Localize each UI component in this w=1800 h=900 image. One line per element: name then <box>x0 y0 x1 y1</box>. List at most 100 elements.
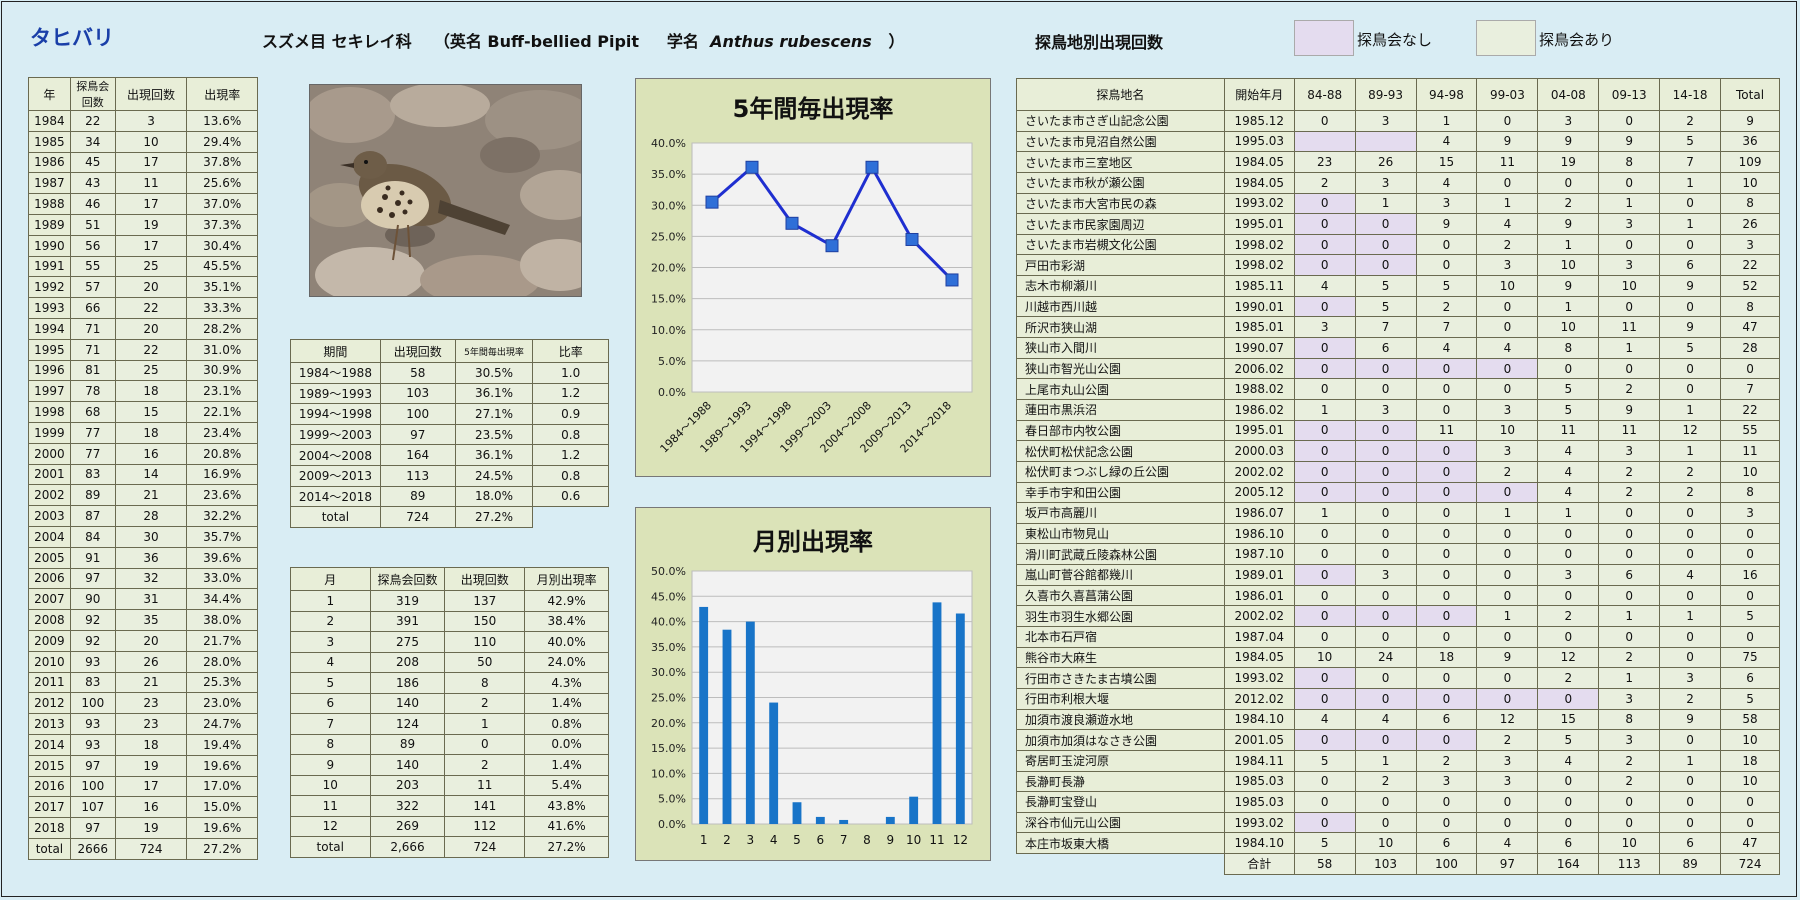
period-cell: 1994～1998 <box>290 403 381 425</box>
site-cell: 5 <box>1354 275 1417 297</box>
site-row: 行田市さきたま古墳公園 1993.02 0 0 0 0 2 1 3 6 <box>1016 667 1780 689</box>
year-cell: 1990 <box>28 234 71 257</box>
year-cell: 28.0% <box>186 650 258 673</box>
site-cell: 0 <box>1293 357 1356 380</box>
site-total-blank <box>1017 854 1225 875</box>
bar-mark <box>885 816 895 824</box>
year-cell: 23.0% <box>186 692 258 715</box>
site-cell: 0 <box>1293 791 1356 813</box>
year-cell: 21.7% <box>186 629 258 652</box>
site-cell: 0 <box>1415 378 1478 400</box>
site-name-cell: 松伏町松伏記念公園 <box>1016 440 1225 462</box>
site-cell: 4 <box>1354 708 1417 731</box>
site-cell: 4 <box>1476 213 1539 235</box>
month-cell: 112 <box>444 815 526 837</box>
site-cell: 7 <box>1659 151 1722 173</box>
site-cell: 0 <box>1354 811 1417 834</box>
period-cell: 30.5% <box>454 362 534 384</box>
site-cell: 23 <box>1293 151 1356 173</box>
site-cell: 0 <box>1354 502 1417 524</box>
site-cell: 6 <box>1659 254 1722 277</box>
site-cell: 1984.05 <box>1223 151 1295 173</box>
period-cell: 0.9 <box>532 403 609 425</box>
year-row: 1984 22 3 13.6% <box>28 110 258 132</box>
period-total-cell: 27.2% <box>454 506 534 528</box>
year-cell: 18 <box>114 421 188 444</box>
year-table-header-cell: 探鳥会回数 <box>69 77 116 111</box>
period-table-header-cell: 比率 <box>532 339 609 363</box>
site-cell: 0 <box>1293 254 1356 277</box>
site-cell: 0 <box>1659 357 1722 380</box>
bar-mark <box>932 602 942 824</box>
site-table: 探鳥地名 開始年月 84-88 89-93 94-98 99-03 04-08 09-13 14… <box>1016 78 1780 875</box>
bar-chart-panel: 月別出現率 0.0% 5.0% 10.0% 15.0% 20.0% 25.0% 30.0% 3… <box>635 507 991 861</box>
month-cell: 1.4% <box>524 692 609 714</box>
site-cell: 3 <box>1598 213 1661 235</box>
site-cell: 0 <box>1476 811 1539 834</box>
site-cell: 12 <box>1476 708 1539 731</box>
site-cell: 0 <box>1659 192 1722 215</box>
site-cell: 3 <box>1354 110 1417 132</box>
site-table-header-cell: 94-98 <box>1415 78 1478 111</box>
year-row: 1996 81 25 30.9% <box>28 359 258 382</box>
site-cell: 10 <box>1354 832 1417 855</box>
site-cell: 1986.01 <box>1223 584 1295 607</box>
period-cell: 36.1% <box>454 444 534 466</box>
site-row: 松伏町松伏記念公園 2000.03 0 0 0 3 4 3 1 11 <box>1016 440 1780 462</box>
month-row: 9 140 2 1.4% <box>290 754 609 776</box>
month-row: 4 208 50 24.0% <box>290 651 609 673</box>
site-name-cell: さいたま市秋が瀬公園 <box>1016 171 1225 194</box>
site-row: 行田市利根大堰 2012.02 0 0 0 0 0 3 2 5 <box>1016 687 1780 710</box>
site-cell: 2 <box>1659 481 1722 504</box>
site-cell: 8 <box>1720 295 1780 318</box>
site-cell: 1 <box>1659 749 1722 772</box>
year-table-header-cell: 出現率 <box>186 77 258 111</box>
bar-y-tick-label: 30.0% <box>651 666 686 679</box>
site-name-cell: 川越市西川越 <box>1016 295 1225 318</box>
site-cell: 0 <box>1293 522 1356 545</box>
site-cell: 3 <box>1476 398 1539 421</box>
site-row: さいたま市岩槻文化公園 1998.02 0 0 0 2 1 0 0 3 <box>1016 233 1780 256</box>
site-cell: 0 <box>1415 254 1478 277</box>
year-table-header: 年探鳥会回数 出現回数 出現率 <box>28 77 258 111</box>
period-cell: 1.2 <box>532 382 609 405</box>
taxonomy-line: スズメ目 セキレイ科 （英名 Buff-bellied Pipit 学名 Ant… <box>262 28 904 52</box>
year-row: 1990 56 17 30.4% <box>28 234 258 257</box>
site-cell: 1984.10 <box>1223 708 1295 731</box>
bar-x-tick-label: 9 <box>887 833 895 847</box>
period-cell: 58 <box>379 362 456 384</box>
site-cell: 0 <box>1415 564 1478 586</box>
year-table-header-cell: 出現回数 <box>114 77 188 111</box>
site-cell: 5 <box>1659 337 1722 359</box>
site-cell: 15 <box>1537 708 1600 731</box>
period-table-header-cell: 5年間毎出現率 <box>454 339 534 363</box>
site-table-header-cell: 09-13 <box>1598 78 1661 111</box>
site-cell: 11 <box>1720 440 1780 462</box>
month-cell: 40.0% <box>524 631 609 653</box>
site-cell: 1998.02 <box>1223 233 1295 256</box>
site-cell: 0 <box>1293 584 1356 607</box>
site-cell: 0 <box>1476 316 1539 339</box>
site-cell: 0 <box>1354 626 1417 648</box>
year-cell: 17.0% <box>186 775 258 798</box>
year-cell: 23 <box>114 692 188 715</box>
site-cell: 3 <box>1415 192 1478 215</box>
site-cell: 22 <box>1720 398 1780 421</box>
period-cell: 164 <box>379 444 456 466</box>
site-cell: 3 <box>1293 316 1356 339</box>
site-row: 久喜市久喜菖蒲公園 1986.01 0 0 0 0 0 0 0 0 <box>1016 584 1780 607</box>
month-cell: 41.6% <box>524 815 609 837</box>
year-row: 2005 91 36 39.6% <box>28 546 258 569</box>
site-cell: 2 <box>1598 378 1661 400</box>
year-cell: 56 <box>69 234 116 257</box>
site-cell: 0 <box>1293 378 1356 400</box>
year-cell: 25 <box>114 255 188 278</box>
month-cell: 38.4% <box>524 610 609 632</box>
site-cell: 0 <box>1415 543 1478 566</box>
site-table-header: 探鳥地名 開始年月 84-88 89-93 94-98 99-03 04-08 09-13 14… <box>1016 78 1780 111</box>
site-row: 春日部市内牧公園 1995.01 0 0 11 10 11 11 12 55 <box>1016 419 1780 442</box>
period-table-header-cell: 出現回数 <box>379 339 456 363</box>
period-table-body: 1984～1988 58 30.5% 1.0 1989～1993 103 36.1% 1.2 1… <box>290 362 609 528</box>
site-cell: 0 <box>1598 522 1661 545</box>
site-cell: 1984.05 <box>1223 171 1295 194</box>
